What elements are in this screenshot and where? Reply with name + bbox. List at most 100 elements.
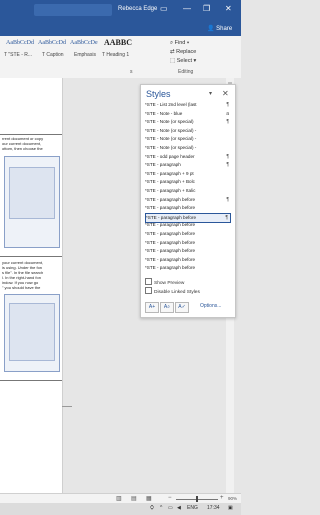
style-list-item-label: *STE - Note (or special) - [145, 136, 197, 142]
find-button[interactable]: ⌕ Find ▾ [170, 40, 189, 47]
style-type-icon: ¶ [226, 102, 229, 108]
style-list-item-label: *STE - paragraph before [146, 214, 197, 220]
zoom-in-button[interactable]: + [220, 495, 224, 501]
style-list-item-label: *STE - Note (or special) [145, 119, 194, 125]
title-bar: Rebecca Edge ▭ — ❐ ✕ [0, 0, 241, 22]
replace-button[interactable]: ⇄ Replace [170, 49, 196, 55]
restore-button[interactable]: ❐ [203, 4, 210, 13]
language-indicator[interactable]: ENG [187, 505, 198, 511]
zoom-slider-knob[interactable] [196, 496, 198, 502]
style-list-item[interactable]: *STE - paragraph before [145, 239, 231, 247]
style-list-item-label: *STE - paragraph before [145, 248, 196, 254]
style-list-item-label: *STE - Note (or special) - [145, 145, 197, 150]
show-preview-checkbox[interactable]: Show Preview [145, 278, 184, 286]
ribbon-display-icon[interactable]: ▭ [160, 4, 168, 13]
style-list-item[interactable]: *STE - paragraph before [145, 230, 231, 238]
screenshot-dialog [9, 303, 55, 361]
style-list-item[interactable]: *STE - Note - blue a [145, 110, 231, 118]
doc-line: ottom, then choose the [2, 146, 43, 151]
style-list-item-label: *STE - List 2nd level (last [145, 102, 197, 107]
screenshot-dialog [9, 167, 55, 219]
checkbox-box[interactable] [145, 278, 152, 285]
style-list-item-label: *STE - paragraph + 9 pt [145, 170, 194, 176]
disable-linked-label: Disable Linked Styles [154, 290, 200, 295]
style-list-item[interactable]: *STE - paragraph + 9 pt [145, 170, 231, 178]
select-button[interactable]: ⬚ Select ▾ [170, 58, 196, 64]
table-rule [0, 134, 62, 135]
clock[interactable]: 17:34 [207, 505, 220, 511]
style-list-item[interactable]: *STE - paragraph before [145, 221, 231, 229]
style-list-item[interactable]: *STE - paragraph + Italic [145, 187, 231, 195]
style-list-item-label: *STE - paragraph [145, 162, 181, 168]
style-list-item[interactable]: *STE - paragraph + Bolc [145, 178, 231, 186]
styles-pane: Styles ▾ ✕ *STE - List 2nd level (last ¶ *… [140, 84, 236, 318]
print-layout-icon[interactable]: ▤ [131, 495, 137, 502]
zoom-level[interactable]: 90% [228, 496, 237, 501]
network-icon[interactable]: ▭ [168, 505, 173, 511]
tell-me-search[interactable] [34, 4, 112, 16]
search-icon: ⌕ [170, 40, 174, 46]
style-list-item-label: *STE - paragraph before [145, 239, 196, 245]
zoom-out-button[interactable]: − [168, 495, 172, 501]
style-name-3: Emphasis [74, 52, 96, 58]
style-list-item[interactable]: *STE - paragraph before [145, 256, 231, 264]
style-preview-4[interactable]: AABBC [104, 38, 132, 47]
notifications-icon[interactable]: ▣ [228, 505, 233, 511]
style-list-item[interactable]: *STE - paragraph before [145, 204, 231, 212]
style-list-item[interactable]: *STE - Note (or special) ¶ [145, 118, 231, 126]
style-list-item[interactable]: *STE - paragraph before [145, 247, 231, 255]
checkbox-box[interactable] [145, 287, 152, 294]
web-layout-icon[interactable]: ▦ [146, 495, 152, 502]
taskbar: ⛭ ^ ▭ ◀ ENG 17:34 ▣ [0, 503, 241, 515]
user-name[interactable]: Rebecca Edge [118, 6, 157, 12]
show-preview-label: Show Preview [154, 281, 185, 286]
style-list-item[interactable]: *STE - paragraph ¶ [145, 161, 231, 169]
tray-chevron-icon[interactable]: ^ [160, 505, 162, 511]
style-list-item[interactable]: *STE - paragraph before [145, 264, 231, 272]
style-list-item-label: *STE - Note - blue [145, 110, 183, 116]
styles-group-label: s [130, 69, 133, 75]
read-mode-icon[interactable]: ▥ [116, 495, 122, 502]
pane-options-dropdown[interactable]: ▾ [209, 90, 212, 97]
style-preview-1[interactable]: AaBbCcDd [6, 40, 34, 46]
volume-icon[interactable]: ◀ [177, 505, 181, 511]
style-list-item-label: *STE - Note (or special) - [145, 127, 197, 133]
style-list-item[interactable]: *STE - Note (or special) - [145, 127, 231, 135]
share-button[interactable]: 👤 Share [207, 25, 232, 32]
select-icon: ⬚ [170, 58, 176, 64]
options-link[interactable]: Options... [200, 303, 221, 309]
styles-pane-title: Styles [146, 89, 171, 99]
document-page[interactable]: rrent document or copy our current docum… [0, 78, 63, 493]
style-name-2: T Caption [42, 52, 64, 58]
margin-mark [62, 406, 72, 407]
style-list-item[interactable]: *STE - Note (or special) - [145, 135, 231, 143]
new-style-button[interactable]: A+ [145, 302, 159, 313]
ribbon: AaBbCcDd AaBbCcDd AaBbCcDe AABBC T "STE … [0, 36, 241, 79]
style-preview-2[interactable]: AaBbCcDd [38, 40, 66, 46]
doc-line: " you should have the [2, 285, 41, 290]
close-icon[interactable]: ✕ [222, 89, 229, 98]
style-type-icon: ¶ [226, 119, 229, 126]
manage-styles-button[interactable]: A✓ [175, 302, 189, 313]
people-icon[interactable]: ⛭ [150, 505, 154, 511]
style-list-item[interactable]: *STE - Note (or special) - [145, 144, 231, 152]
style-list-item-label: *STE - paragraph before [145, 222, 196, 228]
minimize-button[interactable]: — [183, 4, 191, 13]
style-inspector-button[interactable]: A⌕ [160, 302, 174, 313]
screenshot-image [4, 294, 60, 372]
table-rule [0, 380, 62, 381]
disable-linked-checkbox[interactable]: Disable Linked Styles [145, 287, 200, 295]
person-icon: 👤 [207, 26, 215, 32]
style-type-icon: a [226, 110, 229, 117]
style-list-item-label: *STE - paragraph before [145, 205, 196, 211]
style-name-1: T "STE - R... [4, 52, 33, 58]
style-list-item-label: *STE - paragraph before [145, 231, 196, 236]
close-button[interactable]: ✕ [225, 4, 232, 13]
replace-label: Replace [176, 49, 197, 55]
editing-group-label: Editing [178, 69, 194, 75]
table-rule [0, 256, 62, 257]
style-list-item[interactable]: *STE - List 2nd level (last ¶ [145, 101, 231, 109]
style-list-item[interactable]: *STE - paragraph before ¶ [145, 196, 231, 204]
style-list-item[interactable]: *STE - odd page header ¶ [145, 153, 231, 161]
style-preview-3[interactable]: AaBbCcDe [70, 40, 98, 46]
